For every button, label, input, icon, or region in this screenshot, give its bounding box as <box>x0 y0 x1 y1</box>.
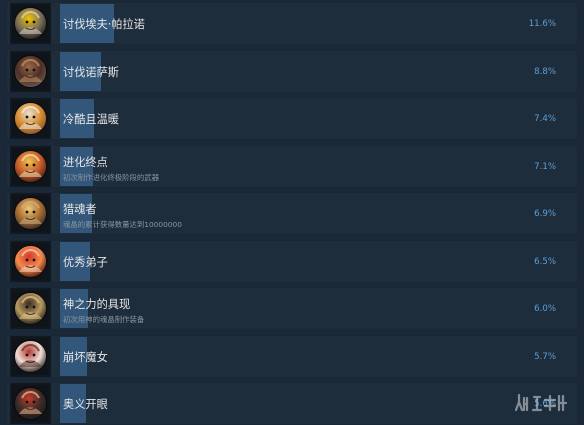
achievement-title: 猎魂者 <box>63 203 97 216</box>
achievement-description: 魂晶的累计获得数量达到10000000 <box>63 220 182 229</box>
achievement-percent: 8.8% <box>534 66 556 77</box>
achievement-row: 优秀弟子 6.5% <box>6 239 578 283</box>
achievement-icon-3 <box>10 98 51 139</box>
achievement-row: 奥义开眼 5.6% <box>6 382 578 425</box>
achievement-percent: 5.7% <box>534 351 556 362</box>
achievement-icon-7 <box>10 288 51 329</box>
achievement-icon-9 <box>10 383 51 424</box>
achievement-percent: 7.4% <box>534 114 556 124</box>
achievement-percent: 11.6% <box>528 19 556 29</box>
achievement-row: 讨伐埃夫·帕拉诺 11.6% <box>6 2 578 45</box>
achievement-percent: 5.6% <box>534 399 556 409</box>
achievement-row: 猎魂者魂晶的累计获得数量达到10000000 6.9% <box>6 192 578 235</box>
achievement-percent: 6.0% <box>534 304 556 314</box>
achievement-row: 神之力的具现初次用神的魂晶制作装备 6.0% <box>6 287 578 330</box>
achievement-percent: 6.5% <box>534 256 556 267</box>
achievement-icon-8 <box>10 335 51 377</box>
achievement-title: 讨伐诺萨斯 <box>63 65 119 79</box>
achievement-icon-1 <box>10 3 51 44</box>
achievement-row: 冷酷且温暖 7.4% <box>6 97 578 140</box>
achievement-title: 冷酷且温暖 <box>63 113 119 126</box>
achievement-list: 讨伐埃夫·帕拉诺 11.6% 讨伐诺萨斯 8.8% 冷酷且温暖 7.4% 进化终… <box>0 0 584 425</box>
achievement-title: 神之力的具现 <box>63 298 131 311</box>
achievement-row: 崩坏魔女 5.7% <box>6 334 578 378</box>
achievement-percent: 6.9% <box>534 209 556 219</box>
achievement-title: 讨伐埃夫·帕拉诺 <box>63 18 145 31</box>
achievement-icon-6 <box>10 240 51 282</box>
achievement-icon-4 <box>10 145 51 187</box>
achievement-icon-2 <box>10 50 51 92</box>
achievement-description: 初次制作进化终极阶段的武器 <box>63 172 160 182</box>
achievement-percent: 7.1% <box>534 161 556 172</box>
achievement-icon-5 <box>10 193 51 234</box>
achievement-title: 进化终点 <box>63 155 108 169</box>
achievement-title: 崩坏魔女 <box>63 350 108 364</box>
achievement-description: 初次用神的魂晶制作装备 <box>63 315 145 324</box>
achievement-title: 优秀弟子 <box>63 255 108 269</box>
achievement-title: 奥义开眼 <box>63 398 108 411</box>
achievement-row: 讨伐诺萨斯 8.8% <box>6 49 578 93</box>
achievement-row: 进化终点初次制作进化终极阶段的武器 7.1% <box>6 144 578 188</box>
